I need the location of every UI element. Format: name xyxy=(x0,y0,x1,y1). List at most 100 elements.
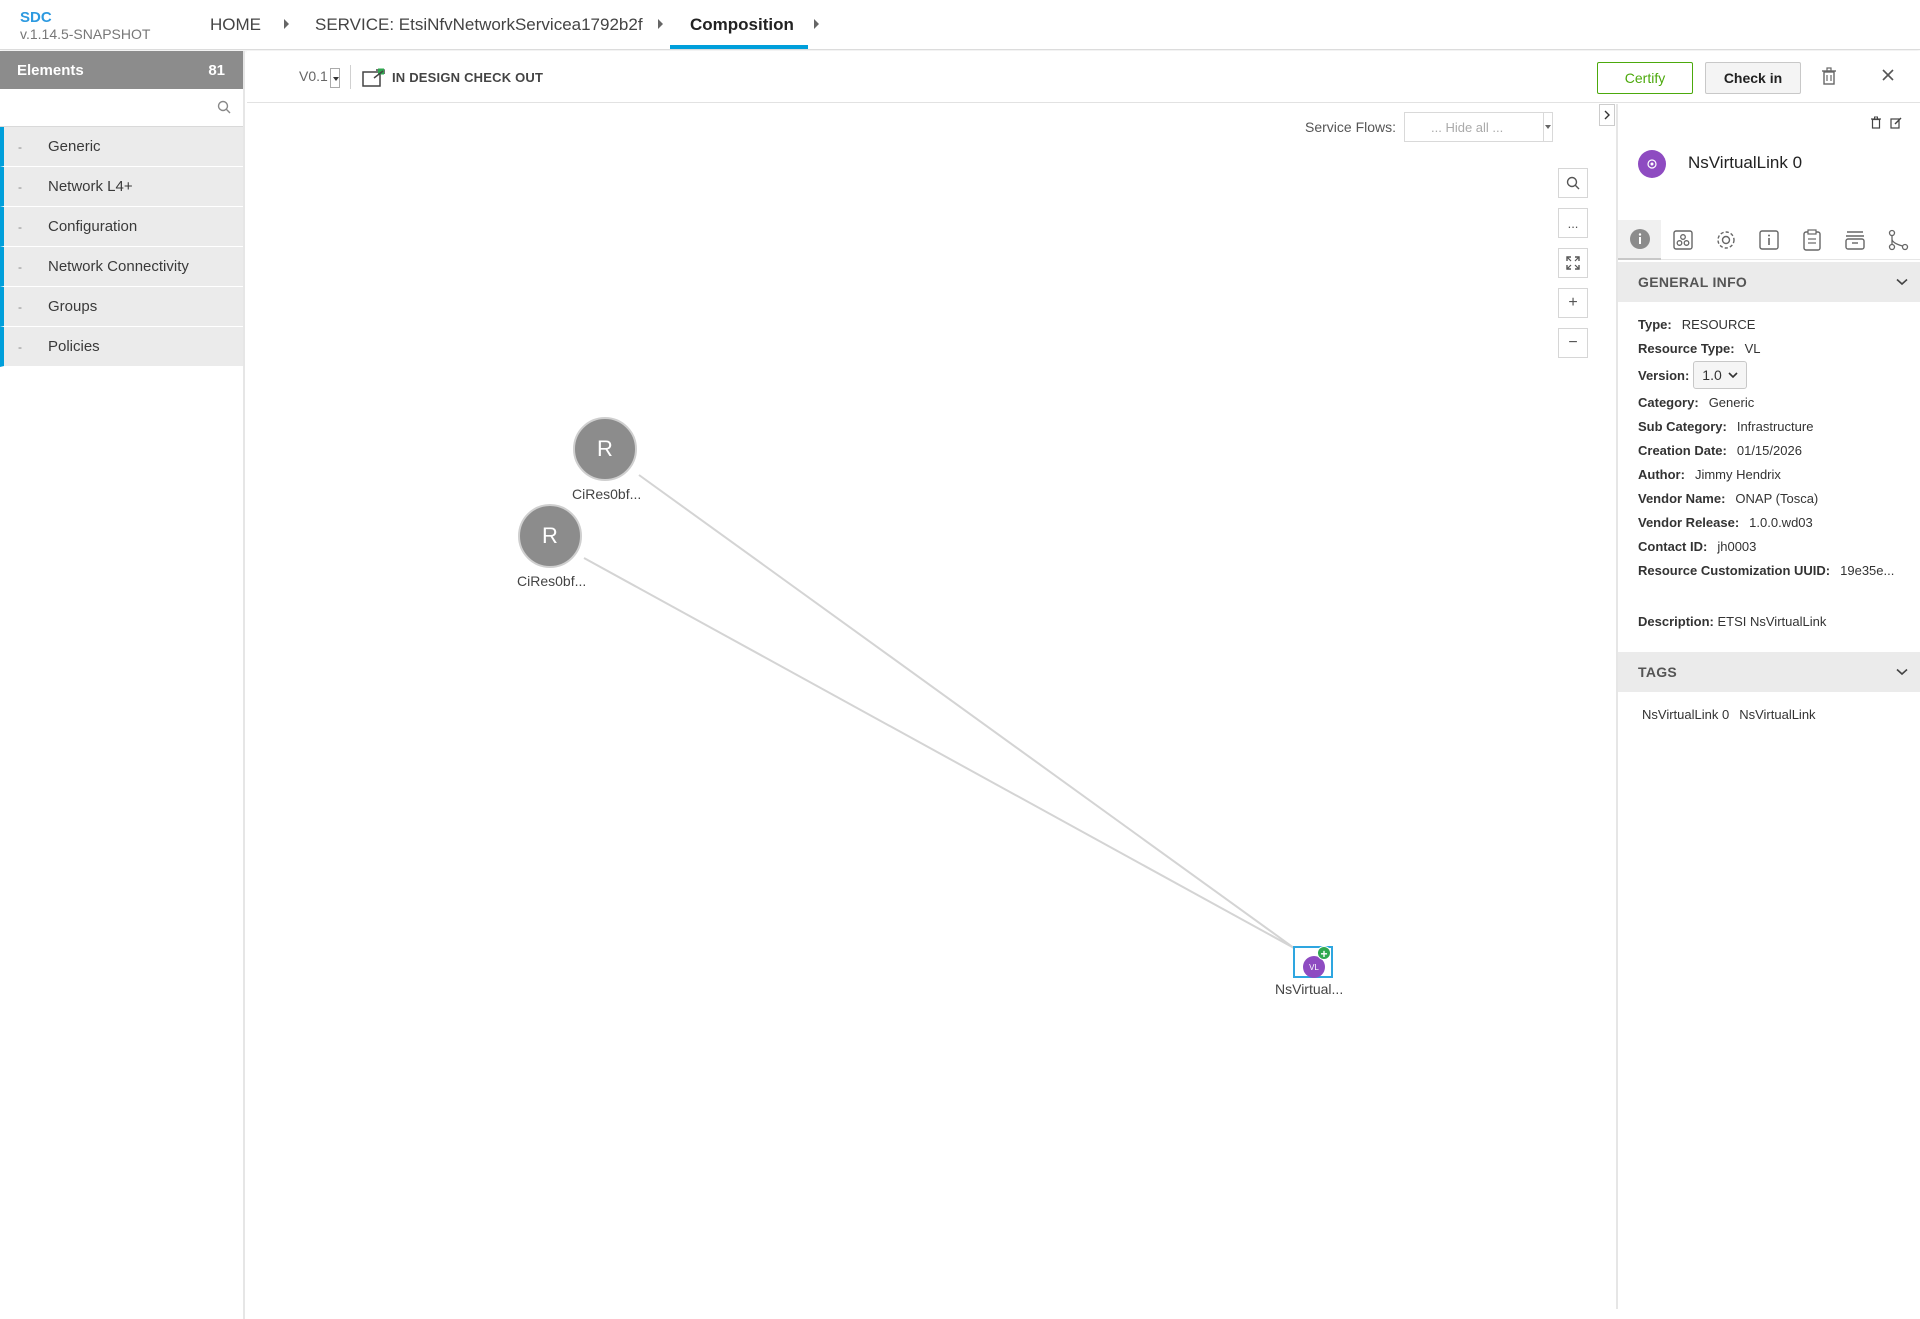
virtual-link-node[interactable]: VL + xyxy=(1293,946,1333,978)
tag-item: NsVirtualLink xyxy=(1739,707,1816,722)
category-label: Network L4+ xyxy=(48,178,133,195)
collapse-dash-icon: - xyxy=(18,179,22,194)
info-key: Resource Type: xyxy=(1638,340,1735,356)
info-key: Vendor Release: xyxy=(1638,514,1740,530)
fit-to-screen-button[interactable] xyxy=(1558,248,1588,278)
chevron-down-icon xyxy=(1896,668,1908,676)
elements-panel: Elements 81 - Generic - Network L4+ - Confi… xyxy=(0,51,245,1319)
component-title: NsVirtualLink 0 xyxy=(1688,153,1803,172)
tag-item: NsVirtualLink 0 xyxy=(1642,707,1730,722)
version-select[interactable]: 1.0 xyxy=(1693,361,1747,389)
checkout-icon xyxy=(362,68,386,93)
service-flows-value: ... Hide all ... xyxy=(1431,119,1504,135)
tab-api[interactable] xyxy=(1833,220,1876,260)
info-sub-category: Sub Category: Infrastructure xyxy=(1638,414,1918,438)
connection-line xyxy=(583,557,1295,949)
info-vendor-name: Vendor Name: ONAP (Tosca) xyxy=(1638,486,1918,510)
expand-icon xyxy=(1566,256,1580,270)
info-key: Description: xyxy=(1638,614,1714,629)
chevron-down-icon xyxy=(1896,278,1908,286)
lifecycle-status: IN DESIGN CHECK OUT xyxy=(392,70,544,85)
certify-button[interactable]: Certify xyxy=(1597,62,1693,94)
general-info-list: Type: RESOURCE Resource Type: VL Version: … xyxy=(1638,312,1918,582)
info-type: Type: RESOURCE xyxy=(1638,312,1918,336)
info-author: Author: Jimmy Hendrix xyxy=(1638,462,1918,486)
node-label: CiRes0bf... xyxy=(517,573,587,589)
collapse-dash-icon: - xyxy=(18,299,22,314)
info-key: Sub Category: xyxy=(1638,418,1727,434)
info-value: ETSI NsVirtualLink xyxy=(1717,614,1827,629)
general-info-header[interactable]: GENERAL INFO xyxy=(1618,262,1920,302)
category-generic[interactable]: - Generic xyxy=(0,127,243,167)
info-value: Generic xyxy=(1708,394,1755,410)
info-key: Creation Date: xyxy=(1638,442,1727,458)
info-value: Jimmy Hendrix xyxy=(1694,466,1781,482)
info-value: 01/15/2026 xyxy=(1736,442,1802,458)
version-dropdown-icon[interactable] xyxy=(330,68,340,88)
breadcrumb-composition[interactable]: Composition xyxy=(690,14,794,36)
gear-icon xyxy=(1716,231,1735,249)
category-label: Configuration xyxy=(48,218,138,235)
tab-info[interactable] xyxy=(1747,220,1790,260)
tags-title: TAGS xyxy=(1638,664,1678,680)
info-key: Vendor Name: xyxy=(1638,490,1726,506)
category-label: Policies xyxy=(48,338,100,355)
close-icon[interactable] xyxy=(1881,68,1895,87)
tags-header[interactable]: TAGS xyxy=(1618,652,1920,692)
tab-artifacts[interactable] xyxy=(1790,220,1833,260)
elements-search xyxy=(0,89,243,127)
info-value: jh0003 xyxy=(1717,538,1757,554)
info-description: Description: ETSI NsVirtualLink xyxy=(1638,614,1826,629)
category-groups[interactable]: - Groups xyxy=(0,287,243,327)
chevron-down-icon[interactable] xyxy=(1543,113,1552,141)
tab-properties[interactable] xyxy=(1704,220,1747,260)
tab-deployment[interactable] xyxy=(1661,220,1704,260)
resource-node[interactable]: R xyxy=(518,504,582,568)
deployment-icon xyxy=(1672,230,1693,250)
connection-line xyxy=(638,474,1295,949)
trash-icon[interactable] xyxy=(1870,116,1882,134)
category-configuration[interactable]: - Configuration xyxy=(0,207,243,247)
breadcrumb-service[interactable]: SERVICE: EtsiNfvNetworkServicea1792b2f xyxy=(315,14,643,36)
collapse-panel-button[interactable] xyxy=(1599,104,1615,126)
tab-relations[interactable] xyxy=(1876,220,1919,260)
info-key: Version: xyxy=(1638,367,1690,383)
add-connection-icon[interactable]: + xyxy=(1317,946,1331,961)
info-creation-date: Creation Date: 01/15/2026 xyxy=(1638,438,1918,462)
info-value: 1.0.0.wd03 xyxy=(1749,514,1813,530)
collapse-dash-icon: - xyxy=(18,339,22,354)
category-policies[interactable]: - Policies xyxy=(0,327,243,367)
info-key: Resource Customization UUID: xyxy=(1638,562,1831,578)
edit-icon[interactable] xyxy=(1890,116,1902,134)
breadcrumb-home[interactable]: HOME xyxy=(210,14,261,36)
category-network-connectivity[interactable]: - Network Connectivity xyxy=(0,247,243,287)
top-bar: SDC v.1.14.5-SNAPSHOT HOME SERVICE: Etsi… xyxy=(0,0,1920,50)
search-icon[interactable] xyxy=(217,100,231,119)
info-value: RESOURCE xyxy=(1681,316,1756,332)
brand[interactable]: SDC v.1.14.5-SNAPSHOT xyxy=(20,9,150,42)
zoom-in-button[interactable]: + xyxy=(1558,288,1588,318)
check-in-button[interactable]: Check in xyxy=(1705,62,1801,94)
zoom-out-button[interactable]: − xyxy=(1558,328,1588,358)
resource-node[interactable]: R xyxy=(573,417,637,481)
composition-canvas[interactable]: Service Flows: ... Hide all ... ... + − … xyxy=(247,104,1615,1309)
elements-header: Elements 81 xyxy=(0,51,243,89)
elements-search-input[interactable] xyxy=(0,89,243,126)
trash-icon[interactable] xyxy=(1821,67,1837,90)
info-vendor-release: Vendor Release: 1.0.0.wd03 xyxy=(1638,510,1918,534)
tab-general-info[interactable] xyxy=(1618,220,1661,260)
service-flows-select[interactable]: ... Hide all ... xyxy=(1404,112,1553,142)
more-options-button[interactable]: ... xyxy=(1558,208,1588,238)
category-network-l4[interactable]: - Network L4+ xyxy=(0,167,243,207)
relations-icon xyxy=(1888,229,1908,251)
collapse-dash-icon: - xyxy=(18,259,22,274)
info-contact-id: Contact ID: jh0003 xyxy=(1638,534,1918,558)
breadcrumb-arrow-icon xyxy=(284,19,289,29)
info-category: Category: Generic xyxy=(1638,390,1918,414)
canvas-search-button[interactable] xyxy=(1558,168,1588,198)
version-value[interactable]: V0.1 xyxy=(299,68,328,84)
info-value: VL xyxy=(1744,340,1761,356)
info-value: ONAP (Tosca) xyxy=(1735,490,1819,506)
chevron-right-icon xyxy=(1604,110,1610,120)
breadcrumb-arrow-icon[interactable] xyxy=(814,19,819,29)
